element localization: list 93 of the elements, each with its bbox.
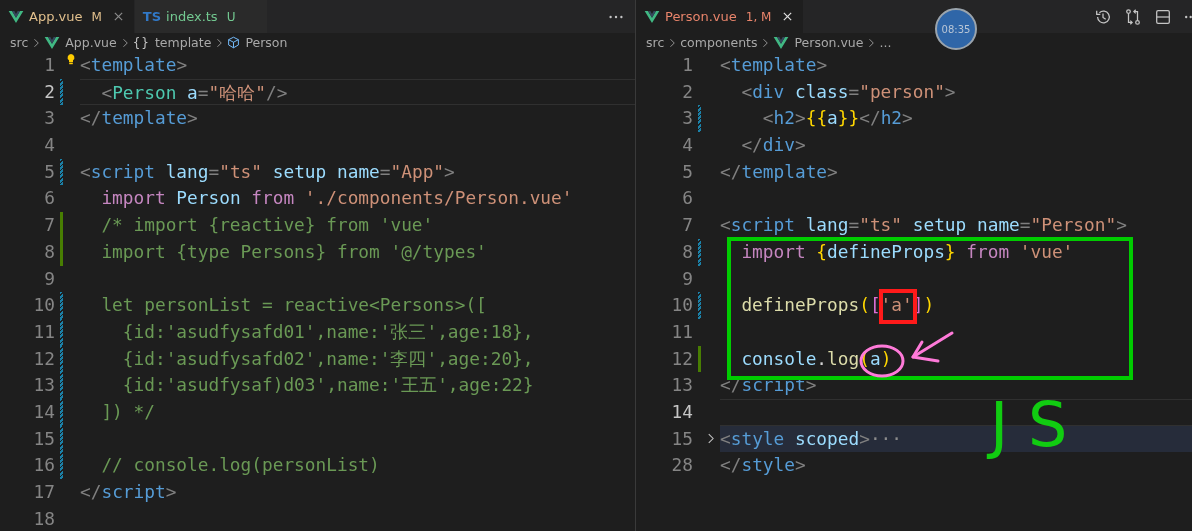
line-number: 28 bbox=[670, 453, 693, 478]
chevron-right-icon[interactable] bbox=[707, 433, 714, 445]
line-number: 7 bbox=[681, 213, 693, 238]
line-number: 7 bbox=[43, 213, 55, 238]
code-line: ]) */ bbox=[100, 399, 155, 424]
line-number: 2 bbox=[43, 79, 55, 104]
line-number: 4 bbox=[43, 133, 55, 158]
code-line: // console.log(personList) bbox=[100, 453, 380, 478]
line-number: 13 bbox=[670, 373, 693, 398]
line-number: 5 bbox=[681, 159, 693, 184]
code-line: let personList = reactive<Persons>([ bbox=[100, 293, 487, 318]
recording-timer: 08:35 bbox=[935, 8, 977, 50]
line-number: 4 bbox=[681, 133, 693, 158]
chevron-right-icon bbox=[33, 37, 40, 48]
line-number: 15 bbox=[32, 426, 55, 451]
line-number: 10 bbox=[32, 293, 55, 318]
editor-tab[interactable]: TS index.ts U bbox=[134, 0, 269, 33]
code-line: </template> bbox=[720, 159, 838, 184]
editor-tab[interactable]: Person.vue 1, M bbox=[636, 0, 805, 33]
line-number: 10 bbox=[670, 293, 693, 318]
breadcrumb-item[interactable]: ... bbox=[879, 35, 892, 50]
line-number: 17 bbox=[32, 480, 55, 504]
code-line: import Person from './components/Person.vue' bbox=[100, 186, 573, 211]
line-number: 14 bbox=[32, 399, 55, 424]
code-line: /* import {reactive} from 'vue' bbox=[100, 213, 434, 238]
code-line: <Person a="哈哈"/> bbox=[80, 78, 635, 106]
chevron-right-icon bbox=[669, 37, 676, 48]
code-line: {id:'asudfysafd01',name:'张三',age:18}, bbox=[121, 319, 534, 344]
line-number: 11 bbox=[670, 319, 693, 344]
breadcrumb-item[interactable]: components bbox=[680, 35, 758, 50]
vue-logo-icon bbox=[8, 9, 24, 24]
line-number: 2 bbox=[681, 79, 693, 104]
file-status: 1, M bbox=[745, 9, 772, 24]
line-number: 12 bbox=[670, 346, 693, 371]
line-number: 8 bbox=[681, 239, 693, 264]
vue-logo-icon bbox=[44, 35, 61, 50]
breadcrumb-item[interactable]: Person bbox=[245, 35, 288, 50]
tab-label: Person.vue bbox=[665, 9, 737, 24]
cube-icon bbox=[227, 36, 241, 49]
code-line: </template> bbox=[80, 106, 198, 131]
file-status: U bbox=[226, 9, 236, 24]
compare-changes-icon[interactable] bbox=[1124, 7, 1142, 26]
split-editor-icon[interactable] bbox=[1154, 7, 1172, 26]
chevron-right-icon bbox=[762, 37, 769, 48]
editor-tab[interactable]: App.vue M bbox=[0, 0, 135, 33]
tab-label: App.vue bbox=[29, 9, 83, 24]
chevron-right-icon bbox=[868, 37, 875, 48]
tab-label: index.ts bbox=[166, 9, 218, 24]
code-line: <script lang="ts" setup name="App"> bbox=[80, 159, 455, 184]
code-line: <h2>{{a}}</h2> bbox=[761, 106, 913, 131]
line-number: 14 bbox=[670, 399, 693, 424]
vue-logo-icon bbox=[773, 35, 790, 50]
line-number: 5 bbox=[43, 159, 55, 184]
close-icon[interactable] bbox=[782, 11, 794, 22]
file-status: M bbox=[91, 9, 102, 24]
line-number: 16 bbox=[32, 453, 55, 478]
line-number: 1 bbox=[43, 53, 55, 77]
code-line: </div> bbox=[740, 133, 806, 158]
code-line: </style> bbox=[720, 453, 806, 478]
line-number: 6 bbox=[681, 186, 693, 211]
line-number: 9 bbox=[681, 266, 693, 291]
breadcrumb-item[interactable]: src bbox=[10, 35, 29, 50]
line-number: 11 bbox=[32, 319, 55, 344]
line-number: 3 bbox=[43, 106, 55, 131]
line-number: 8 bbox=[43, 239, 55, 264]
code-line: <div class="person"> bbox=[740, 79, 956, 104]
breadcrumb-item[interactable]: Person.vue bbox=[794, 35, 864, 50]
braces-icon: {} bbox=[132, 35, 150, 50]
code-line: </script> bbox=[80, 480, 177, 504]
code-line: <template> bbox=[80, 53, 188, 77]
history-icon[interactable] bbox=[1094, 7, 1112, 26]
line-number: 13 bbox=[32, 373, 55, 398]
breadcrumb-item[interactable]: src bbox=[646, 35, 665, 50]
chevron-right-icon bbox=[121, 37, 128, 48]
chevron-right-icon bbox=[216, 37, 223, 48]
line-number: 18 bbox=[32, 506, 55, 531]
code-line: <script lang="ts" setup name="Person"> bbox=[720, 213, 1127, 238]
breadcrumb-item[interactable]: App.vue bbox=[65, 35, 117, 50]
breadcrumb-item[interactable]: template bbox=[154, 35, 212, 50]
vue-logo-icon bbox=[644, 9, 660, 24]
code-line: {id:'asudfysaf)d03',name:'王五',age:22} bbox=[121, 373, 534, 398]
line-number: 9 bbox=[43, 266, 55, 291]
lightbulb-icon[interactable] bbox=[66, 53, 76, 65]
code-line: {id:'asudfysafd02',name:'李四',age:20}, bbox=[121, 346, 534, 371]
code-line: import {type Persons} from '@/types' bbox=[100, 239, 487, 264]
code-line: <template> bbox=[720, 53, 828, 77]
typescript-icon: TS bbox=[142, 9, 162, 24]
line-number: 1 bbox=[681, 53, 693, 77]
line-number: 3 bbox=[681, 106, 693, 131]
line-number: 6 bbox=[43, 186, 55, 211]
code-line: import {defineProps} from 'vue' bbox=[740, 239, 1074, 264]
line-number: 12 bbox=[32, 346, 55, 371]
line-number: 15 bbox=[670, 426, 693, 451]
